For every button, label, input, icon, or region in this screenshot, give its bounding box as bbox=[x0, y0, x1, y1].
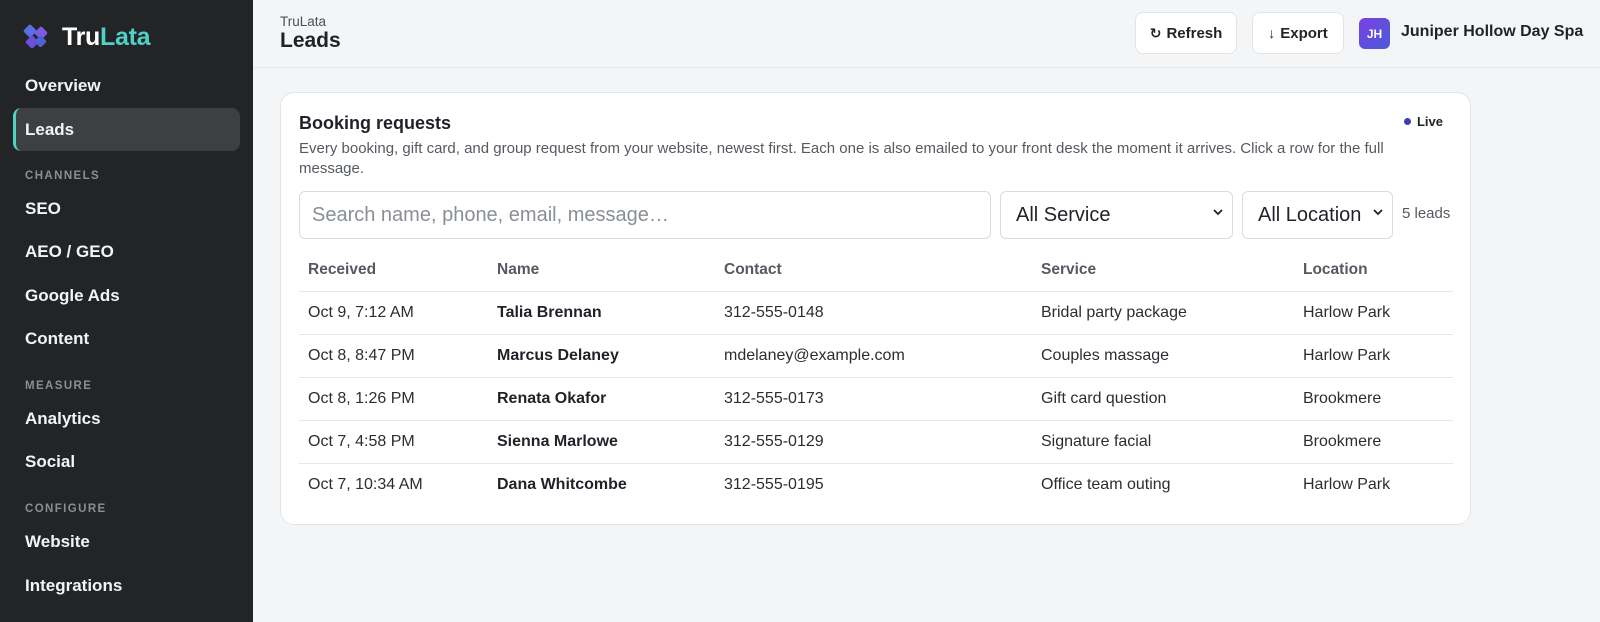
location-cell: Harlow Park bbox=[1303, 476, 1391, 493]
sidebar-item-content[interactable]: Content bbox=[13, 317, 240, 360]
sidebar-item-seo[interactable]: SEO bbox=[13, 187, 240, 230]
service-cell: Couples massage bbox=[1041, 347, 1170, 364]
table-row[interactable]: Oct 8, 1:26 PM Renata Okafor 312-555-017… bbox=[299, 377, 1453, 420]
live-status-badge: Live bbox=[1403, 114, 1443, 129]
search-input[interactable] bbox=[299, 191, 991, 239]
received-cell: Oct 8, 1:26 PM bbox=[308, 390, 415, 407]
location-filter-value: All Location bbox=[1258, 203, 1362, 226]
sidebar-item-label: Content bbox=[25, 328, 90, 348]
received-cell: Oct 7, 4:58 PM bbox=[308, 433, 415, 450]
contact-cell: 312-555-0173 bbox=[724, 390, 824, 407]
location-cell: Harlow Park bbox=[1303, 304, 1391, 321]
service-cell: Gift card question bbox=[1041, 390, 1167, 407]
sidebar-item-label: Overview bbox=[25, 75, 101, 95]
sidebar-item-aeo-geo[interactable]: AEO / GEO bbox=[13, 230, 240, 273]
refresh-icon: ↻ bbox=[1149, 24, 1162, 41]
contact-cell: mdelaney@example.com bbox=[724, 347, 905, 364]
sidebar-item-label: Website bbox=[25, 531, 90, 551]
contact-cell: 312-555-0195 bbox=[724, 476, 824, 493]
service-cell: Bridal party package bbox=[1041, 304, 1187, 321]
received-cell: Oct 8, 8:47 PM bbox=[308, 347, 415, 364]
live-label: Live bbox=[1416, 114, 1443, 129]
column-header-service[interactable]: Service bbox=[1041, 249, 1096, 291]
name-cell: Dana Whitcombe bbox=[497, 476, 627, 493]
download-arrow-icon: ↓ bbox=[1268, 25, 1276, 41]
card-title: Booking requests bbox=[299, 113, 452, 133]
lead-count: 5 leads bbox=[1402, 205, 1451, 222]
table-header-row: Received Name Contact Service Location bbox=[299, 249, 1453, 291]
top-bar: TruLata Leads ↻ Refresh ↓ Export JH Juni… bbox=[253, 0, 1600, 68]
sidebar: TruLata Overview Leads CHANNELS SEO AEO … bbox=[0, 0, 253, 622]
chevron-down-icon bbox=[1373, 209, 1383, 216]
sidebar-item-label: SEO bbox=[25, 198, 61, 218]
table-row[interactable]: Oct 7, 10:34 AM Dana Whitcombe 312-555-0… bbox=[299, 463, 1453, 506]
service-filter-value: All Service bbox=[1016, 203, 1111, 226]
sidebar-item-analytics[interactable]: Analytics bbox=[13, 397, 240, 440]
logo-icon bbox=[23, 24, 48, 49]
sidebar-item-label: Social bbox=[25, 451, 76, 471]
sidebar-item-label: AEO / GEO bbox=[25, 241, 114, 261]
location-filter-select[interactable]: All Location bbox=[1242, 191, 1393, 239]
sidebar-item-website[interactable]: Website bbox=[13, 520, 240, 563]
column-header-received[interactable]: Received bbox=[308, 249, 376, 291]
breadcrumb[interactable]: TruLata bbox=[280, 14, 326, 29]
service-filter-select[interactable]: All Service bbox=[1000, 191, 1233, 239]
export-button[interactable]: ↓ Export bbox=[1252, 12, 1344, 54]
table-row[interactable]: Oct 8, 8:47 PM Marcus Delaney mdelaney@e… bbox=[299, 334, 1453, 377]
location-cell: Brookmere bbox=[1303, 433, 1382, 450]
name-cell: Sienna Marlowe bbox=[497, 433, 618, 450]
chevron-down-icon bbox=[1213, 209, 1223, 216]
table-row[interactable]: Oct 7, 4:58 PM Sienna Marlowe 312-555-01… bbox=[299, 420, 1453, 463]
column-header-name[interactable]: Name bbox=[497, 249, 539, 291]
contact-cell: 312-555-0129 bbox=[724, 433, 824, 450]
sidebar-item-google-ads[interactable]: Google Ads bbox=[13, 274, 240, 317]
table-row[interactable]: Oct 9, 7:12 AM Talia Brennan 312-555-014… bbox=[299, 291, 1453, 334]
sidebar-item-overview[interactable]: Overview bbox=[13, 64, 240, 107]
avatar[interactable]: JH bbox=[1359, 18, 1390, 49]
service-cell: Signature facial bbox=[1041, 433, 1152, 450]
sidebar-section-channels: CHANNELS bbox=[25, 170, 101, 182]
sidebar-item-integrations[interactable]: Integrations bbox=[13, 564, 240, 607]
location-cell: Harlow Park bbox=[1303, 347, 1391, 364]
column-header-location[interactable]: Location bbox=[1303, 249, 1368, 291]
sidebar-item-leads[interactable]: Leads bbox=[13, 108, 240, 151]
sidebar-item-label: Analytics bbox=[25, 408, 101, 428]
account-name[interactable]: Juniper Hollow Day Spa bbox=[1401, 23, 1583, 41]
export-button-label: Export bbox=[1280, 24, 1328, 42]
refresh-button[interactable]: ↻ Refresh bbox=[1135, 12, 1237, 54]
brand-name: TruLata bbox=[62, 22, 151, 51]
column-header-contact[interactable]: Contact bbox=[724, 249, 782, 291]
contact-cell: 312-555-0148 bbox=[724, 304, 824, 321]
name-cell: Renata Okafor bbox=[497, 390, 607, 407]
booking-requests-card: Booking requests Live Every booking, gif… bbox=[280, 92, 1471, 525]
sidebar-item-social[interactable]: Social bbox=[13, 440, 240, 483]
received-cell: Oct 9, 7:12 AM bbox=[308, 304, 414, 321]
location-cell: Brookmere bbox=[1303, 390, 1382, 407]
name-cell: Talia Brennan bbox=[497, 304, 602, 321]
received-cell: Oct 7, 10:34 AM bbox=[308, 476, 423, 493]
live-dot-icon bbox=[1403, 118, 1411, 125]
page-title: Leads bbox=[280, 29, 341, 52]
sidebar-item-label: Leads bbox=[25, 119, 75, 139]
sidebar-section-measure: MEASURE bbox=[25, 380, 93, 392]
sidebar-item-label: Integrations bbox=[25, 575, 123, 595]
refresh-button-label: Refresh bbox=[1166, 24, 1223, 42]
leads-table: Received Name Contact Service Location O… bbox=[299, 249, 1453, 506]
brand-logo[interactable]: TruLata bbox=[22, 22, 151, 52]
card-description: Every booking, gift card, and group requ… bbox=[299, 140, 1384, 177]
sidebar-section-configure: CONFIGURE bbox=[25, 503, 107, 515]
sidebar-item-label: Google Ads bbox=[25, 285, 120, 305]
name-cell: Marcus Delaney bbox=[497, 347, 619, 364]
service-cell: Office team outing bbox=[1041, 476, 1171, 493]
